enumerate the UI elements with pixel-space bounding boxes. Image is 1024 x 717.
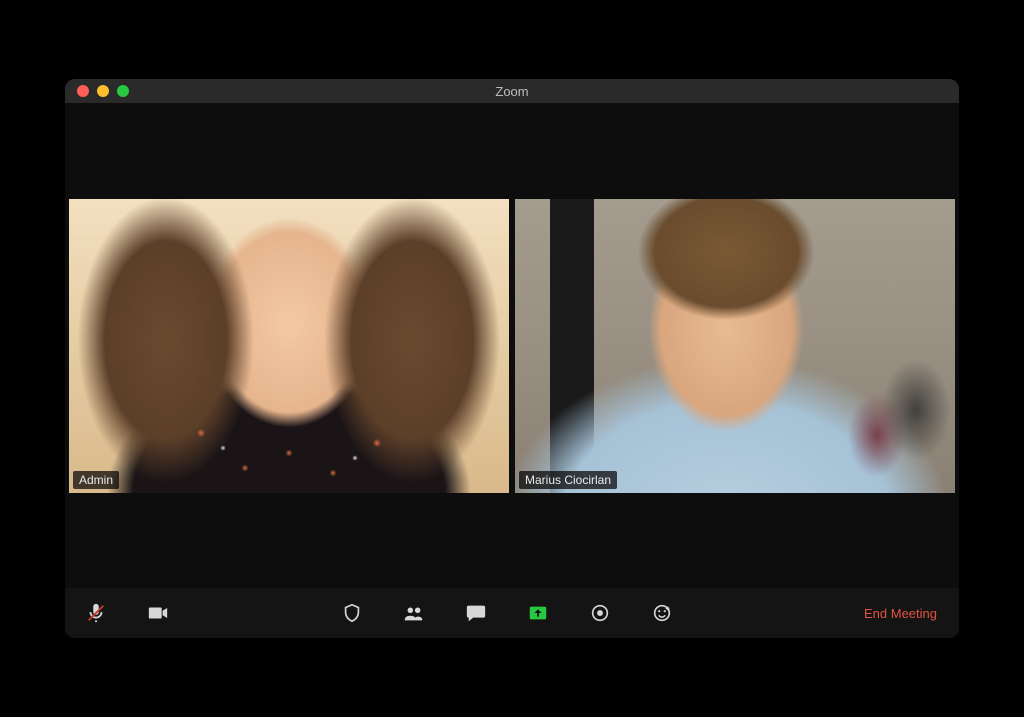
chat-icon: [465, 602, 487, 624]
record-button[interactable]: [585, 598, 615, 628]
chat-button[interactable]: [461, 598, 491, 628]
traffic-lights: [77, 85, 129, 97]
video-area: Admin Marius Ciocirlan: [65, 103, 959, 588]
zoom-window: Zoom Admin Marius Ciocirlan: [65, 79, 959, 638]
video-camera-icon: [147, 602, 169, 624]
microphone-muted-icon: [85, 602, 107, 624]
mute-button[interactable]: [81, 598, 111, 628]
video-grid: Admin Marius Ciocirlan: [69, 199, 955, 493]
meeting-toolbar: End Meeting: [65, 588, 959, 638]
participant-tile[interactable]: Admin: [69, 199, 509, 493]
smiley-icon: [651, 602, 673, 624]
participant-name-badge: Marius Ciocirlan: [519, 471, 617, 489]
participant-tile[interactable]: Marius Ciocirlan: [515, 199, 955, 493]
record-icon: [589, 602, 611, 624]
fullscreen-window-button[interactable]: [117, 85, 129, 97]
share-screen-button[interactable]: [523, 598, 553, 628]
titlebar: Zoom: [65, 79, 959, 103]
people-icon: [403, 602, 425, 624]
video-button[interactable]: [143, 598, 173, 628]
security-button[interactable]: [337, 598, 367, 628]
minimize-window-button[interactable]: [97, 85, 109, 97]
participants-button[interactable]: [399, 598, 429, 628]
end-meeting-button[interactable]: End Meeting: [858, 602, 943, 625]
share-screen-icon: [527, 602, 549, 624]
reactions-button[interactable]: [647, 598, 677, 628]
participant-name-badge: Admin: [73, 471, 119, 489]
window-title: Zoom: [65, 84, 959, 99]
close-window-button[interactable]: [77, 85, 89, 97]
shield-icon: [341, 602, 363, 624]
